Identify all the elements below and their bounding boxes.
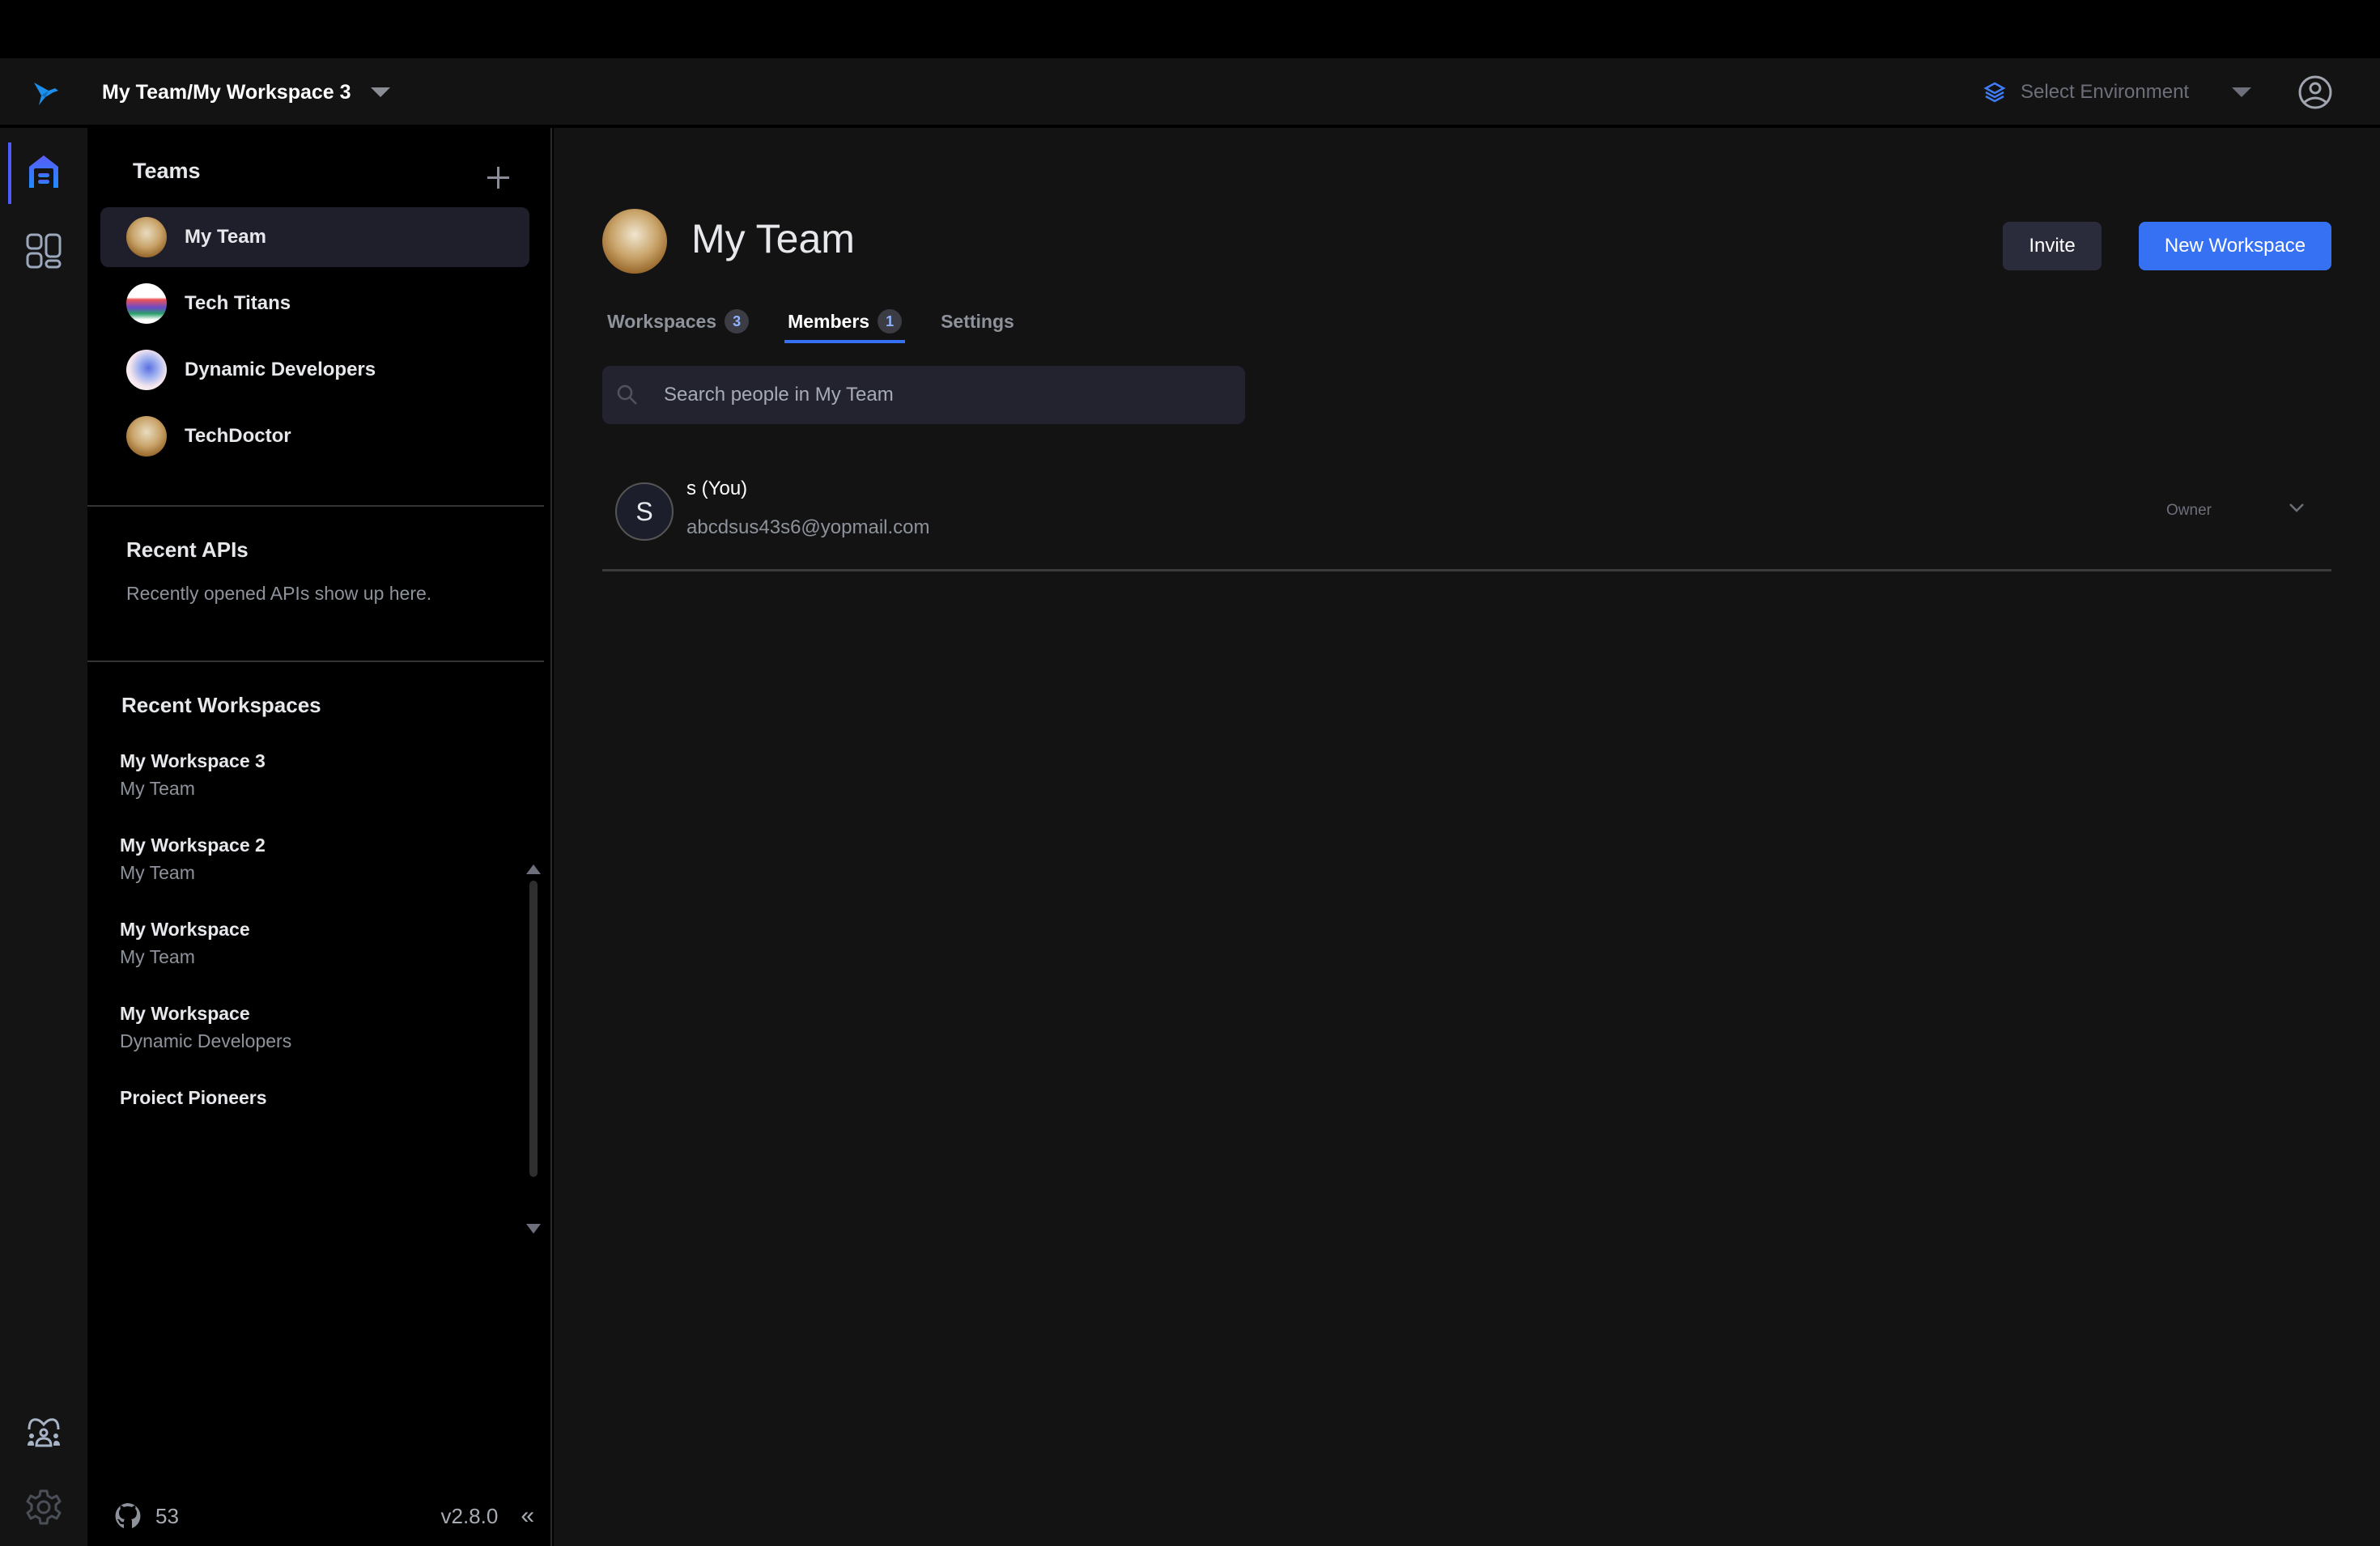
team-avatar xyxy=(126,217,167,257)
workspace-switcher[interactable]: My Team/My Workspace 3 xyxy=(102,78,351,107)
main-content: My Team Invite New Workspace Workspaces … xyxy=(554,128,2380,1546)
scroll-up-arrow-icon[interactable] xyxy=(526,864,541,874)
page-title: My Team xyxy=(691,216,855,261)
member-avatar: S xyxy=(615,482,674,541)
member-row: S s (You) abcdsus43s6@yopmail.com Owner xyxy=(602,461,2331,571)
team-avatar xyxy=(602,209,667,274)
gear-icon[interactable] xyxy=(24,1488,63,1527)
recent-workspace-item[interactable]: My Workspace My Team xyxy=(120,916,250,971)
team-item-techdoctor[interactable]: TechDoctor xyxy=(100,406,529,466)
workspace-dropdown-caret-icon[interactable] xyxy=(371,87,390,97)
sidebar-divider xyxy=(87,505,544,507)
sidebar-divider xyxy=(87,660,544,662)
member-email: abcdsus43s6@yopmail.com xyxy=(686,516,930,538)
chevron-down-icon[interactable] xyxy=(2286,497,2307,518)
layers-icon xyxy=(1983,82,2006,103)
member-name: s (You) xyxy=(686,478,748,499)
recent-apis-empty-text: Recently opened APIs show up here. xyxy=(126,583,432,604)
app-version: v2.8.0 xyxy=(440,1503,499,1528)
member-role-select[interactable]: Owner xyxy=(2166,502,2212,520)
tab-settings[interactable]: Settings xyxy=(941,303,1014,340)
new-workspace-button[interactable]: New Workspace xyxy=(2139,222,2331,270)
tab-members[interactable]: Members 1 xyxy=(784,303,906,343)
home-icon[interactable] xyxy=(24,152,63,191)
tab-workspaces[interactable]: Workspaces 3 xyxy=(607,303,750,340)
recent-workspace-name: My Workspace 3 xyxy=(120,750,266,771)
recent-workspace-team: My Team xyxy=(120,946,195,967)
team-avatar xyxy=(126,283,167,324)
app-header: My Team/My Workspace 3 Select Environmen… xyxy=(0,58,2380,126)
recent-workspace-name: My Workspace 2 xyxy=(120,835,266,856)
tab-count-badge: 1 xyxy=(878,309,903,333)
member-search-input[interactable] xyxy=(664,384,1230,406)
member-search xyxy=(602,366,1245,424)
github-star-count: 53 xyxy=(155,1503,179,1528)
search-icon xyxy=(617,384,637,405)
dashboard-icon[interactable] xyxy=(24,231,63,270)
environment-dropdown-caret-icon[interactable] xyxy=(2232,87,2251,97)
recent-workspace-name: My Workspace xyxy=(120,1003,250,1024)
tab-label: Workspaces xyxy=(607,310,717,332)
recent-workspace-item[interactable]: My Workspace Dynamic Developers xyxy=(120,1000,291,1055)
team-name: My Team xyxy=(185,226,266,248)
window-top-bar xyxy=(0,0,2380,58)
recent-workspace-item[interactable]: My Workspace 2 My Team xyxy=(120,832,266,887)
team-icon[interactable] xyxy=(24,1413,63,1452)
environment-select[interactable]: Select Environment xyxy=(1983,78,2189,107)
team-item-tech-titans[interactable]: Tech Titans xyxy=(100,274,529,333)
team-item-dynamic-developers[interactable]: Dynamic Developers xyxy=(100,340,529,400)
recent-workspace-team: Dynamic Developers xyxy=(120,1030,292,1051)
recent-workspace-item[interactable]: My Workspace 3 My Team xyxy=(120,748,266,803)
team-name: TechDoctor xyxy=(185,425,291,447)
team-avatar xyxy=(126,416,167,457)
team-name: Dynamic Developers xyxy=(185,359,376,380)
team-avatar xyxy=(126,350,167,390)
team-tabs: Workspaces 3 Members 1 Settings xyxy=(607,303,1014,351)
left-sidebar: Teams My Team Tech Titans Dynamic Develo… xyxy=(87,128,552,1546)
collapse-sidebar-button[interactable]: « xyxy=(521,1502,534,1530)
tab-count-badge: 3 xyxy=(725,309,750,333)
recent-workspaces-heading: Recent Workspaces xyxy=(121,693,321,717)
recent-workspaces-scrollbar[interactable] xyxy=(529,881,538,1177)
app-logo-icon xyxy=(34,83,58,105)
recent-workspace-name: Proiect Pioneers xyxy=(120,1087,267,1108)
scroll-down-arrow-icon[interactable] xyxy=(526,1224,541,1234)
recent-workspace-team: My Team xyxy=(120,778,195,799)
recent-workspace-item[interactable]: Proiect Pioneers xyxy=(120,1085,267,1111)
team-item-my-team[interactable]: My Team xyxy=(100,207,529,267)
invite-button[interactable]: Invite xyxy=(2003,222,2102,270)
team-name: Tech Titans xyxy=(185,292,291,314)
recent-apis-heading: Recent APIs xyxy=(126,537,249,562)
tab-label: Settings xyxy=(941,310,1014,332)
github-icon[interactable] xyxy=(113,1501,142,1531)
recent-workspace-name: My Workspace xyxy=(120,919,250,940)
add-team-button[interactable] xyxy=(484,164,513,193)
recent-workspace-team: My Team xyxy=(120,862,195,883)
user-profile-icon[interactable] xyxy=(2297,74,2333,110)
teams-heading: Teams xyxy=(133,159,201,183)
tab-label: Members xyxy=(788,310,870,332)
icon-rail xyxy=(0,128,87,1546)
sidebar-footer: 53 v2.8.0 « xyxy=(113,1496,534,1536)
environment-select-label: Select Environment xyxy=(2021,81,2190,103)
rail-active-indicator xyxy=(8,142,11,204)
